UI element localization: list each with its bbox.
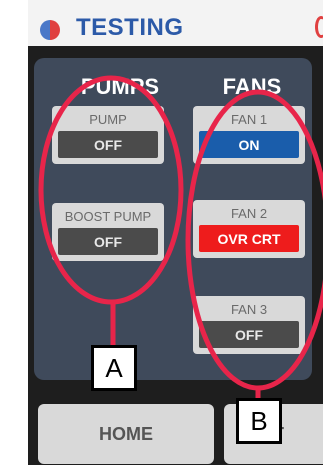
title-bar: TESTING	[28, 0, 323, 46]
app-window: TESTING PUMPS FANS PUMP OFF BOOST PUMP O…	[28, 0, 323, 465]
pumps-heading: PUMPS	[80, 74, 160, 99]
fan-3-label: FAN 3	[230, 302, 268, 317]
fan-1-status: ON	[199, 131, 299, 158]
home-button[interactable]: HOME	[38, 404, 214, 464]
fan-3-tile[interactable]: FAN 3 OFF	[193, 296, 305, 354]
boost-pump-tile[interactable]: BOOST PUMP OFF	[52, 203, 164, 261]
logo-icon	[40, 20, 60, 40]
fan-2-status: OVR CRT	[199, 225, 299, 252]
callout-a: A	[91, 345, 137, 391]
fan-2-label: FAN 2	[230, 206, 268, 221]
pump-status: OFF	[58, 131, 158, 158]
boost-pump-label: BOOST PUMP	[64, 209, 152, 224]
fans-heading: FANS	[222, 74, 282, 99]
boost-pump-status: OFF	[58, 228, 158, 255]
pump-tile[interactable]: PUMP OFF	[52, 106, 164, 164]
fan-2-tile[interactable]: FAN 2 OVR CRT	[193, 200, 305, 258]
callout-b: B	[236, 398, 282, 444]
partial-logo-icon	[315, 16, 323, 38]
fan-1-label: FAN 1	[230, 112, 268, 127]
fan-3-status: OFF	[199, 321, 299, 348]
fan-1-tile[interactable]: FAN 1 ON	[193, 106, 305, 164]
pump-label: PUMP	[89, 112, 127, 127]
page-title: TESTING	[76, 14, 184, 41]
